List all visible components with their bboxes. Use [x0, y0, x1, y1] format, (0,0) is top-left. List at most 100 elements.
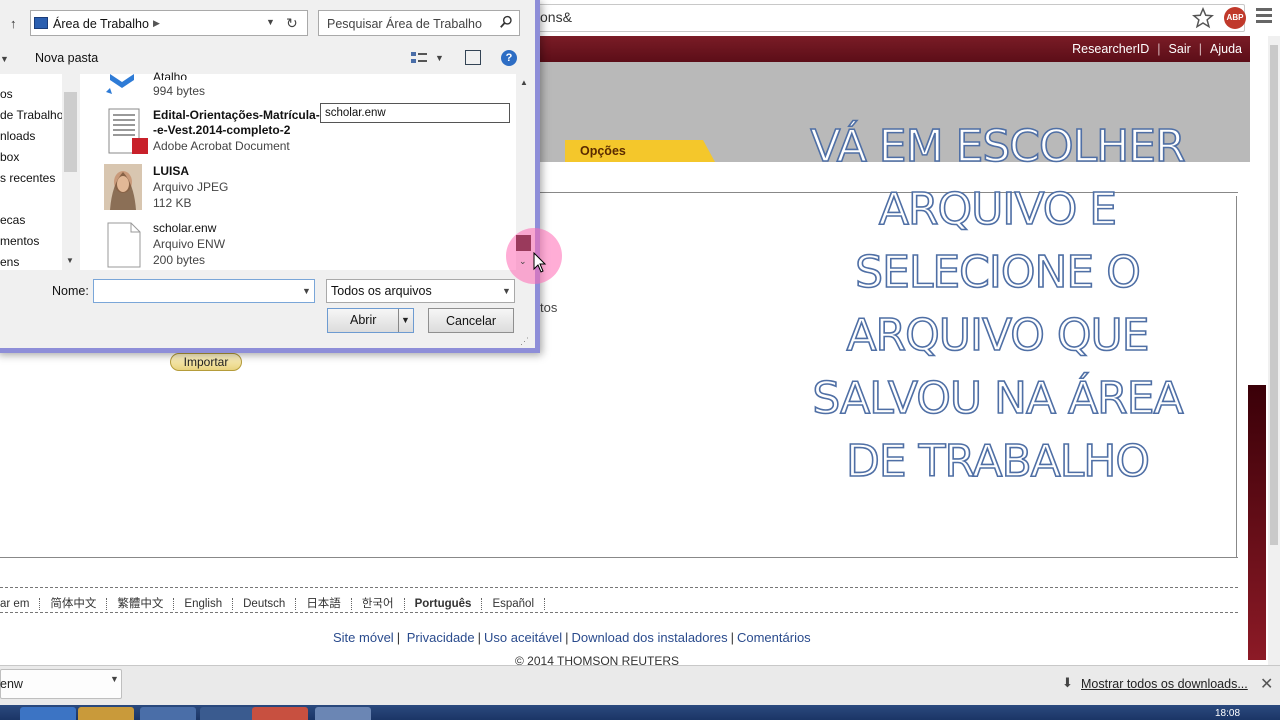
up-arrow-icon[interactable]: ↑: [10, 16, 17, 31]
nav-item[interactable]: mentos: [0, 234, 39, 248]
chevron-down-icon[interactable]: ▼: [302, 286, 311, 296]
file-name[interactable]: scholar.enw: [153, 221, 216, 235]
footer-link[interactable]: Privacidade: [407, 630, 475, 645]
cancel-button[interactable]: Cancelar: [428, 308, 514, 333]
divider: [0, 557, 1238, 558]
file-name[interactable]: LUISA: [153, 164, 189, 178]
nav-item[interactable]: ens: [0, 255, 19, 269]
importar-button[interactable]: Importar: [170, 353, 242, 371]
new-folder-button[interactable]: Nova pasta: [35, 51, 98, 65]
file-name-input[interactable]: [93, 279, 315, 303]
chevron-down-icon[interactable]: ▼: [266, 17, 275, 27]
tab-opcoes-label: Opções: [580, 144, 626, 158]
taskbar-app[interactable]: [140, 707, 196, 720]
resize-grip-icon[interactable]: ⋰: [520, 336, 529, 347]
researcherid-link[interactable]: ResearcherID: [1072, 42, 1149, 56]
file-type: Adobe Acrobat Document: [153, 139, 290, 153]
language-link[interactable]: 繁體中文: [107, 598, 175, 610]
chevron-down-icon[interactable]: ⌄: [519, 256, 527, 267]
nav-item[interactable]: s recentes: [0, 171, 55, 185]
language-link[interactable]: Deutsch: [233, 598, 297, 610]
name-label: Nome:: [52, 284, 89, 298]
footer-link[interactable]: Uso aceitável: [484, 630, 562, 645]
file-type: 994 bytes: [153, 84, 206, 98]
view-options-icon[interactable]: [410, 50, 428, 66]
file-list-scrollbar-thumb[interactable]: [516, 235, 531, 251]
mouse-pointer-icon: [533, 252, 547, 273]
language-link[interactable]: 日本語: [296, 598, 352, 610]
taskbar-clock: 18:08: [1215, 708, 1241, 719]
chevron-down-icon[interactable]: ▼: [110, 674, 119, 684]
desktop-icon: [34, 17, 48, 29]
jpeg-thumbnail-icon: [104, 164, 142, 210]
file-type: Arquivo JPEG: [153, 180, 229, 194]
footer-link[interactable]: Download dos instaladores: [571, 630, 727, 645]
sair-link[interactable]: Sair: [1169, 42, 1191, 56]
divider: [0, 612, 1238, 613]
taskbar-chrome[interactable]: [252, 707, 308, 720]
start-button[interactable]: [20, 707, 76, 720]
nav-item[interactable]: nloads: [0, 129, 35, 143]
divider: [0, 587, 1238, 588]
footer-links: Site móvel | Privacidade | Uso aceitável | Do…: [333, 630, 811, 645]
show-all-downloads-link[interactable]: Mostrar todos os downloads...: [1081, 677, 1248, 691]
nav-item[interactable]: ecas: [0, 213, 25, 227]
menu-icon[interactable]: [1256, 8, 1272, 26]
chevron-down-icon[interactable]: ▼: [435, 53, 444, 63]
download-arrow-icon: ⬇: [1062, 675, 1073, 690]
language-link[interactable]: 한국어: [351, 598, 405, 610]
divider: [398, 309, 399, 332]
adblock-icon[interactable]: ABP: [1224, 7, 1246, 29]
search-icon[interactable]: [499, 15, 513, 29]
instruction-overlay: VÁ EM ESCOLHER ARQUIVO E SELECIONE O ARQ…: [810, 120, 1187, 488]
partial-text: tos: [540, 300, 558, 315]
taskbar-app[interactable]: [200, 707, 256, 720]
page-decoration: [1248, 385, 1266, 660]
footer-link[interactable]: Comentários: [737, 630, 811, 645]
nav-scrollbar-thumb[interactable]: [64, 92, 77, 172]
chevron-down-icon[interactable]: ▼: [66, 256, 74, 265]
ajuda-link[interactable]: Ajuda: [1210, 42, 1242, 56]
path-label: Área de Trabalho: [53, 17, 149, 31]
bookmark-star-icon[interactable]: [1192, 7, 1214, 29]
chevron-down-icon[interactable]: ▼: [0, 54, 9, 64]
rename-text: scholar.enw: [325, 107, 386, 119]
nav-item[interactable]: box: [0, 150, 19, 164]
open-button-label: Abrir: [350, 313, 377, 327]
chevron-down-icon[interactable]: ▼: [401, 315, 410, 325]
download-item-label: enw: [0, 677, 23, 691]
chevron-right-icon[interactable]: ▶: [153, 18, 160, 29]
generic-file-icon: [107, 222, 141, 268]
chevron-down-icon[interactable]: ▼: [502, 286, 511, 296]
file-name-line2[interactable]: -e-Vest.2014-completo-2: [153, 123, 290, 137]
top-links: ResearcherID | Sair | Ajuda: [1072, 42, 1242, 56]
taskbar-explorer[interactable]: [78, 707, 134, 720]
footer-link[interactable]: Site móvel: [333, 630, 394, 645]
file-type-label: Todos os arquivos: [331, 284, 432, 298]
file-type: Arquivo ENW: [153, 237, 226, 251]
help-icon[interactable]: ?: [501, 50, 517, 66]
address-bar[interactable]: [520, 4, 1245, 32]
language-link-selected[interactable]: Português: [404, 598, 483, 610]
chevron-up-icon[interactable]: ▲: [520, 78, 528, 87]
taskbar-window[interactable]: [315, 707, 371, 720]
language-link[interactable]: 简体中文: [40, 598, 108, 610]
divider: [1236, 196, 1237, 558]
nav-item[interactable]: os: [0, 87, 13, 101]
language-selector: ar em 简体中文 繁體中文 English Deutsch 日本語 한국어 Portugu…: [0, 595, 545, 611]
page-scrollbar-thumb[interactable]: [1270, 45, 1278, 545]
close-icon[interactable]: ✕: [1260, 674, 1273, 694]
nav-item-desktop[interactable]: de Trabalho: [0, 108, 63, 122]
file-name[interactable]: Edital-Orientações-Matrícula-Pl: [153, 108, 331, 122]
file-size: 200 bytes: [153, 253, 206, 267]
language-link[interactable]: Español: [482, 598, 545, 610]
search-placeholder: Pesquisar Área de Trabalho: [327, 17, 482, 31]
language-link[interactable]: English: [174, 598, 234, 610]
refresh-icon[interactable]: ↻: [286, 15, 298, 32]
address-text: ons&: [540, 9, 572, 25]
language-link[interactable]: ar em: [0, 598, 41, 610]
file-size: 112 KB: [153, 196, 192, 210]
file-name[interactable]: Atalho: [153, 70, 187, 80]
preview-pane-icon[interactable]: [465, 50, 481, 65]
pdf-file-icon: [108, 108, 148, 154]
